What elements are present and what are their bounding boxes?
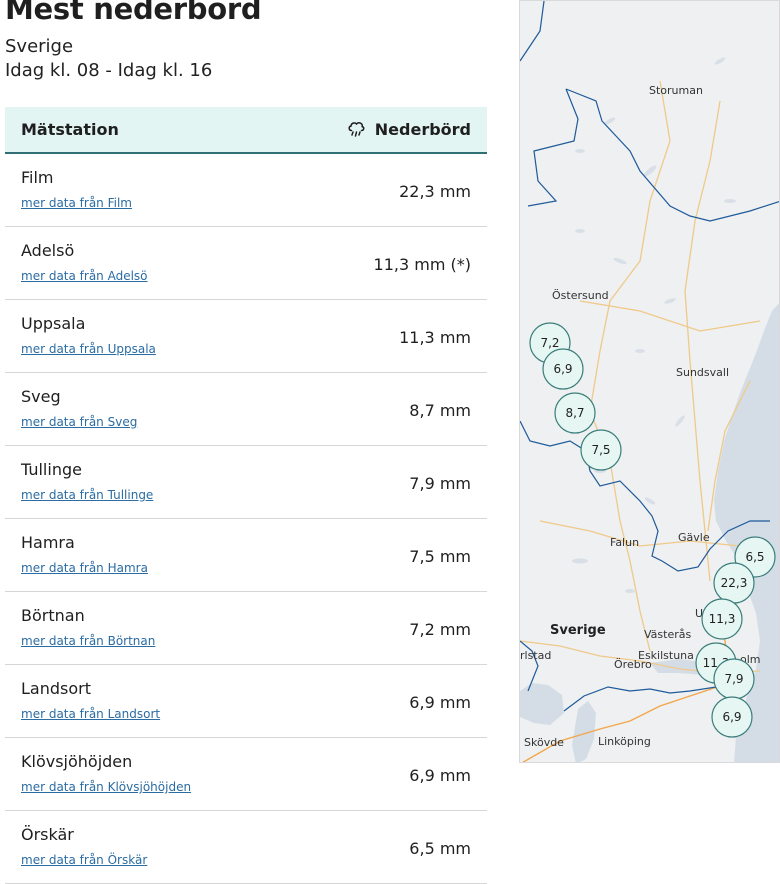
table-row: Film mer data från Film 22,3 mm <box>5 154 487 227</box>
station-name: Adelsö <box>21 241 75 260</box>
map-label-gavle: Gävle <box>678 531 710 544</box>
station-data-link[interactable]: mer data från Börtnan <box>21 634 155 648</box>
table-row: Adelsö mer data från Adelsö 11,3 mm (*) <box>5 227 487 300</box>
map-marker[interactable]: 11,3 <box>701 598 743 640</box>
map-marker[interactable]: 7,5 <box>580 429 622 471</box>
map-marker[interactable]: 7,9 <box>713 658 755 700</box>
table-row: Tullinge mer data från Tullinge 7,9 mm <box>5 446 487 519</box>
station-data-link[interactable]: mer data från Landsort <box>21 707 160 721</box>
station-data-link[interactable]: mer data från Örskär <box>21 853 147 867</box>
station-name: Börtnan <box>21 606 85 625</box>
station-data-link[interactable]: mer data från Sveg <box>21 415 137 429</box>
map-label-sverige: Sverige <box>550 623 606 638</box>
map-marker-value: 6,5 <box>745 550 764 564</box>
column-header-precipitation-label: Nederbörd <box>374 120 471 139</box>
map-marker-value: 6,9 <box>722 710 741 724</box>
precipitation-value: 8,7 mm <box>409 401 471 420</box>
precipitation-value: 22,3 mm <box>399 182 471 201</box>
rain-cloud-icon <box>346 118 366 142</box>
column-header-precipitation[interactable]: Nederbörd <box>346 118 471 142</box>
precipitation-value: 6,9 mm <box>409 693 471 712</box>
station-data-link[interactable]: mer data från Tullinge <box>21 488 153 502</box>
station-name: Sveg <box>21 387 61 406</box>
map-label-falun: Falun <box>610 536 639 549</box>
map-marker-value: 6,9 <box>553 362 572 376</box>
table-row: Sveg mer data från Sveg 8,7 mm <box>5 373 487 446</box>
map-label-karlstad: rlstad <box>520 649 551 662</box>
precipitation-value: 7,2 mm <box>409 620 471 639</box>
precipitation-value: 7,5 mm <box>409 547 471 566</box>
station-data-link[interactable]: mer data från Film <box>21 196 132 210</box>
column-header-station[interactable]: Mätstation <box>21 120 119 139</box>
map-label-storuman: Storuman <box>649 84 703 97</box>
page-title: Mest nederbörd <box>5 0 262 26</box>
precipitation-value: 11,3 mm <box>399 328 471 347</box>
map-marker-value: 8,7 <box>565 406 584 420</box>
region-label: Sverige <box>5 36 74 57</box>
map-marker-value: 7,2 <box>540 336 559 350</box>
map-marker-value: 22,3 <box>721 576 748 590</box>
station-name: Örskär <box>21 825 74 844</box>
map-marker-value: 7,5 <box>591 443 610 457</box>
station-name: Hamra <box>21 533 75 552</box>
station-name: Tullinge <box>21 460 82 479</box>
table-row: Uppsala mer data från Uppsala 11,3 mm <box>5 300 487 373</box>
map-marker-value: 11,3 <box>709 612 736 626</box>
table-row: Klövsjöhöjden mer data från Klövsjöhöjde… <box>5 738 487 811</box>
precipitation-value: 6,5 mm <box>409 839 471 858</box>
map-marker-value: 7,9 <box>724 672 743 686</box>
table-row: Börtnan mer data från Börtnan 7,2 mm <box>5 592 487 665</box>
precipitation-map[interactable]: Storuman Östersund Sundsvall Falun Gävle… <box>519 0 780 763</box>
map-marker[interactable]: 8,7 <box>554 392 596 434</box>
time-period: Idag kl. 08 - Idag kl. 16 <box>5 60 213 81</box>
precipitation-value: 11,3 mm (*) <box>373 255 471 274</box>
map-label-skovde: Skövde <box>524 736 564 749</box>
table-row: Örskär mer data från Örskär 6,5 mm <box>5 811 487 884</box>
map-label-ostersund: Östersund <box>552 289 609 302</box>
map-label-linkoping: Linköping <box>598 735 651 748</box>
station-name: Klövsjöhöjden <box>21 752 133 771</box>
map-marker[interactable]: 6,9 <box>542 348 584 390</box>
table-row: Landsort mer data från Landsort 6,9 mm <box>5 665 487 738</box>
station-data-link[interactable]: mer data från Adelsö <box>21 269 148 283</box>
station-data-link[interactable]: mer data från Hamra <box>21 561 148 575</box>
station-name: Film <box>21 168 54 187</box>
precipitation-value: 6,9 mm <box>409 766 471 785</box>
table-header: Mätstation Nederbörd <box>5 107 487 154</box>
map-label-eskilstuna: Eskilstuna <box>638 649 694 662</box>
station-data-link[interactable]: mer data från Uppsala <box>21 342 156 356</box>
map-label-vasteras: Västerås <box>644 628 691 641</box>
map-label-sundsvall: Sundsvall <box>676 366 729 379</box>
station-name: Landsort <box>21 679 91 698</box>
table-row: Hamra mer data från Hamra 7,5 mm <box>5 519 487 592</box>
precipitation-value: 7,9 mm <box>409 474 471 493</box>
map-marker[interactable]: 22,3 <box>713 562 755 604</box>
station-data-link[interactable]: mer data från Klövsjöhöjden <box>21 780 191 794</box>
station-name: Uppsala <box>21 314 86 333</box>
precipitation-table: Mätstation Nederbörd Film mer data från … <box>5 107 487 884</box>
map-marker[interactable]: 6,9 <box>711 696 753 738</box>
